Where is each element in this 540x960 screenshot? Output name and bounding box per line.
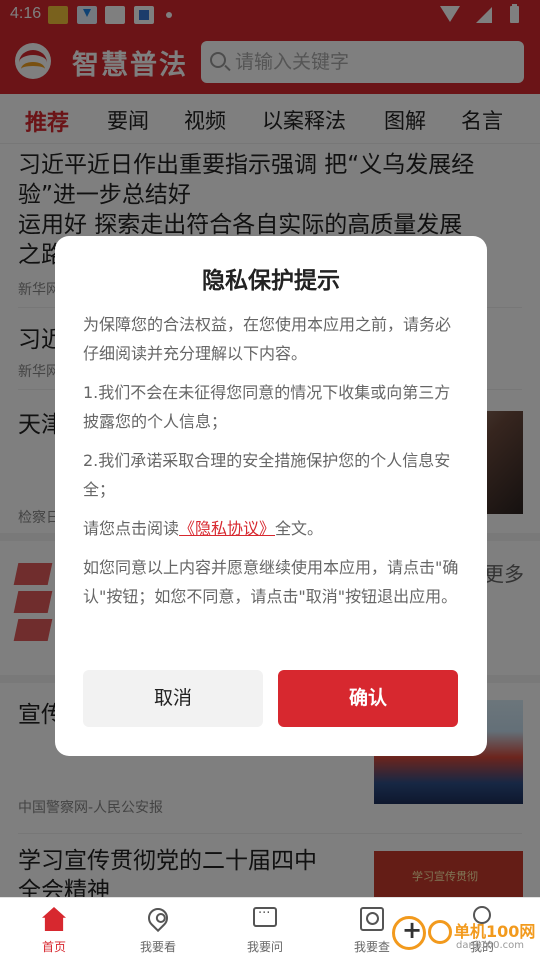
cancel-button[interactable]: 取消 bbox=[83, 670, 263, 727]
nav-label: 我要问 bbox=[246, 940, 283, 954]
dialog-point-2: 2.我们承诺采取合理的安全措施保护您的个人信息安全； bbox=[83, 451, 451, 499]
dialog-read-notice: 请您点击阅读《隐私协议》全文。 bbox=[83, 514, 461, 543]
watermark: 单机100网 danji100.com bbox=[392, 912, 540, 960]
watermark-url: danji100.com bbox=[456, 940, 524, 951]
dialog-title: 隐私保护提示 bbox=[202, 268, 340, 294]
nav-label: 首页 bbox=[41, 940, 66, 954]
nav-watch[interactable]: 我要看 bbox=[104, 898, 212, 960]
home-icon bbox=[42, 907, 66, 931]
chat-icon bbox=[253, 906, 277, 927]
dialog-intro: 为保障您的合法权益，在您使用本应用之前，请务必仔细阅读并充分理解以下内容。 bbox=[83, 315, 452, 363]
privacy-dialog: 隐私保护提示 为保障您的合法权益，在您使用本应用之前，请务必仔细阅读并充分理解以… bbox=[55, 236, 487, 756]
watermark-brand: 单机100网 bbox=[454, 922, 536, 941]
modal-overlay: 隐私保护提示 为保障您的合法权益，在您使用本应用之前，请务必仔细阅读并充分理解以… bbox=[0, 0, 540, 897]
watermark-logo-icon bbox=[392, 916, 426, 950]
read-suffix: 全文。 bbox=[275, 519, 324, 538]
dialog-point-1: 1.我们不会在未征得您同意的情况下收集或向第三方披露您的个人信息； bbox=[83, 383, 451, 431]
location-icon bbox=[143, 903, 173, 933]
confirm-button[interactable]: 确认 bbox=[278, 670, 458, 727]
dialog-consent: 如您同意以上内容并愿意继续使用本应用，请点击"确认"按钮；如您不同意，请点击"取… bbox=[83, 558, 459, 606]
nav-label: 我要看 bbox=[139, 940, 176, 954]
nav-home[interactable]: 首页 bbox=[0, 898, 108, 960]
privacy-policy-link[interactable]: 《隐私协议》 bbox=[179, 519, 275, 538]
nav-ask[interactable]: 我要问 bbox=[211, 898, 319, 960]
watermark-logo-icon bbox=[428, 920, 452, 944]
query-icon bbox=[360, 907, 384, 931]
read-prefix: 请您点击阅读 bbox=[83, 519, 180, 538]
